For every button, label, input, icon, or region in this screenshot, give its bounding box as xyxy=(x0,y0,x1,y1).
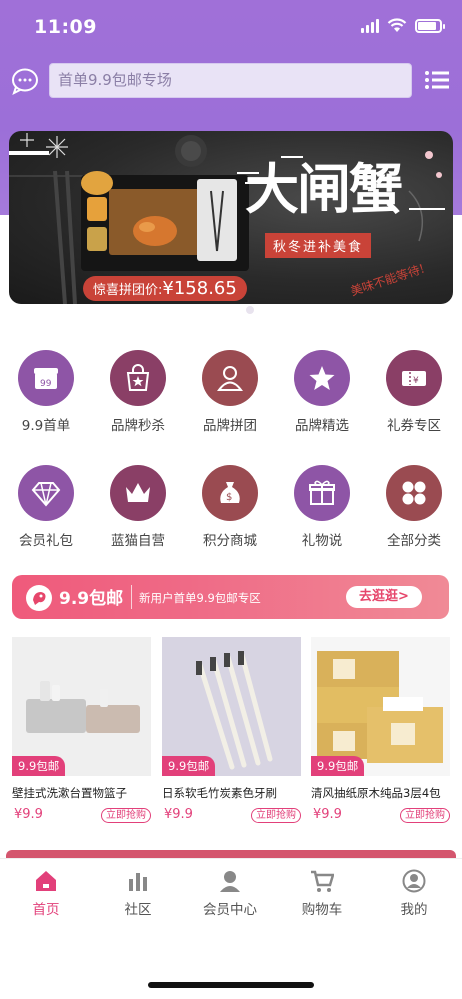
profile-circle-icon xyxy=(402,869,426,893)
grid-label: 全部分类 xyxy=(387,533,441,549)
product-badge: 9.9包邮 xyxy=(311,756,365,776)
crown-icon xyxy=(110,465,166,521)
promo-subtitle: 新用户首单9.9包邮专区 xyxy=(139,591,261,605)
tab-community[interactable]: 社区 xyxy=(92,859,184,921)
banner-subtitle: 秋冬进补美食 xyxy=(265,233,372,258)
product-image-toothbrush: 9.9包邮 xyxy=(162,637,301,776)
product-price-row: ¥9.9 立即抢购 xyxy=(311,807,450,825)
grid-item-all-categories[interactable]: 全部分类 xyxy=(368,465,460,549)
promo-go-button[interactable]: 去逛逛> xyxy=(346,586,422,608)
grid-label: 积分商城 xyxy=(203,533,257,549)
grid-item-brand-selection[interactable]: 品牌精选 xyxy=(276,350,368,434)
grid-label: 蓝猫自营 xyxy=(111,533,165,549)
buy-now-button[interactable]: 立即抢购 xyxy=(251,808,301,823)
tab-label: 首页 xyxy=(32,902,60,918)
grid-item-member-gift[interactable]: 会员礼包 xyxy=(0,465,92,549)
product-card[interactable]: 9.9包邮 壁挂式洗漱台置物篮子 ¥9.9 立即抢购 xyxy=(12,637,151,825)
promo-carousel-banner[interactable]: 大闸蟹 秋冬进补美食 美味不能等待! 惊喜拼团价:¥158.65 xyxy=(9,131,453,304)
grid-item-coupon-zone[interactable]: ¥ 礼券专区 xyxy=(368,350,460,434)
grid-item-bluecat-self-run[interactable]: 蓝猫自营 xyxy=(92,465,184,549)
tab-member-center[interactable]: 会员中心 xyxy=(184,859,276,921)
svg-text:$: $ xyxy=(226,492,232,503)
tab-label: 社区 xyxy=(124,902,152,918)
tab-home[interactable]: 首页 xyxy=(0,859,92,921)
carousel-indicator xyxy=(246,306,254,314)
cart-icon xyxy=(311,870,334,892)
grid-item-9-9-first-order[interactable]: 99 9.9首单 xyxy=(0,350,92,434)
money-bag-icon: $ xyxy=(202,465,258,521)
buy-now-button[interactable]: 立即抢购 xyxy=(101,808,151,823)
battery-icon xyxy=(415,18,445,33)
grid-label: 礼券专区 xyxy=(387,418,441,434)
product-price-row: ¥9.9 立即抢购 xyxy=(12,807,151,825)
grid-label: 礼物说 xyxy=(301,533,343,549)
gift-box-99-icon: 99 xyxy=(18,350,74,406)
svg-text:¥: ¥ xyxy=(413,376,419,386)
search-row: 首单9.9包邮专场 xyxy=(0,62,462,100)
tab-label: 会员中心 xyxy=(203,902,257,918)
grid-label: 9.9首单 xyxy=(21,418,71,434)
home-icon xyxy=(36,871,56,891)
star-icon xyxy=(294,350,350,406)
gift-icon xyxy=(294,465,350,521)
coupon-icon: ¥ xyxy=(386,350,442,406)
status-bar: 11:09 xyxy=(0,0,462,56)
grid-item-brand-group-buy[interactable]: 品牌拼团 xyxy=(184,350,276,434)
grid-item-points-mall[interactable]: $ 积分商城 xyxy=(184,465,276,549)
buy-now-button[interactable]: 立即抢购 xyxy=(400,808,450,823)
tab-cart[interactable]: 购物车 xyxy=(276,859,368,921)
product-title: 壁挂式洗漱台置物篮子 xyxy=(12,786,127,800)
message-icon[interactable] xyxy=(10,66,40,96)
svg-text:99: 99 xyxy=(40,379,52,389)
product-badge: 9.9包邮 xyxy=(12,756,66,776)
grid-label: 品牌精选 xyxy=(295,418,349,434)
banner-price-label: 惊喜拼团价: xyxy=(93,283,163,298)
grid-label: 品牌秒杀 xyxy=(111,418,165,434)
product-card[interactable]: 9.9包邮 清风抽纸原木纯品3层4包 ¥9.9 立即抢购 xyxy=(311,637,450,825)
promo-title: 9.9包邮 xyxy=(59,589,124,609)
grid-item-gift-talk[interactable]: 礼物说 xyxy=(276,465,368,549)
tab-label: 购物车 xyxy=(301,902,343,918)
group-people-icon xyxy=(202,350,258,406)
grid-label: 品牌拼团 xyxy=(203,418,257,434)
banner-price-value: ¥158.65 xyxy=(162,278,237,299)
status-icons xyxy=(361,18,445,33)
product-price-row: ¥9.9 立即抢购 xyxy=(162,807,301,825)
tab-label: 我的 xyxy=(400,902,428,918)
grid-item-brand-flash-sale[interactable]: 品牌秒杀 xyxy=(92,350,184,434)
product-price: ¥9.9 xyxy=(14,807,43,822)
shopping-bag-star-icon xyxy=(110,350,166,406)
grid-label: 会员礼包 xyxy=(19,533,73,549)
free-shipping-promo-banner[interactable]: 9.9包邮 新用户首单9.9包邮专区 去逛逛> xyxy=(12,575,449,619)
tab-mine[interactable]: 我的 xyxy=(368,859,460,921)
bottom-tab-bar: 首页 社区 会员中心 购物车 我的 xyxy=(0,858,462,920)
category-grid-icon xyxy=(386,465,442,521)
wifi-icon xyxy=(387,18,407,32)
product-image-shelf: 9.9包邮 xyxy=(12,637,151,776)
diamond-icon xyxy=(18,465,74,521)
product-price: ¥9.9 xyxy=(164,807,193,822)
banner-title: 大闸蟹 xyxy=(245,157,403,221)
product-title: 日系软毛竹炭素色牙刷 xyxy=(162,786,277,800)
bar-chart-icon xyxy=(129,873,147,891)
signal-icon xyxy=(361,18,379,33)
product-image-tissue: 9.9包邮 xyxy=(311,637,450,776)
product-badge: 9.9包邮 xyxy=(162,756,216,776)
product-price: ¥9.9 xyxy=(313,807,342,822)
user-icon xyxy=(220,871,240,892)
home-indicator xyxy=(148,982,314,988)
status-time: 11:09 xyxy=(34,16,97,38)
product-title: 清风抽纸原木纯品3层4包 xyxy=(311,786,441,800)
search-input[interactable]: 首单9.9包邮专场 xyxy=(49,63,412,98)
banner-price-tag: 惊喜拼团价:¥158.65 xyxy=(83,276,247,301)
menu-icon[interactable] xyxy=(424,69,450,91)
product-card[interactable]: 9.9包邮 日系软毛竹炭素色牙刷 ¥9.9 立即抢购 xyxy=(162,637,301,825)
promo-divider xyxy=(131,585,132,609)
promo-logo-icon xyxy=(26,585,52,611)
